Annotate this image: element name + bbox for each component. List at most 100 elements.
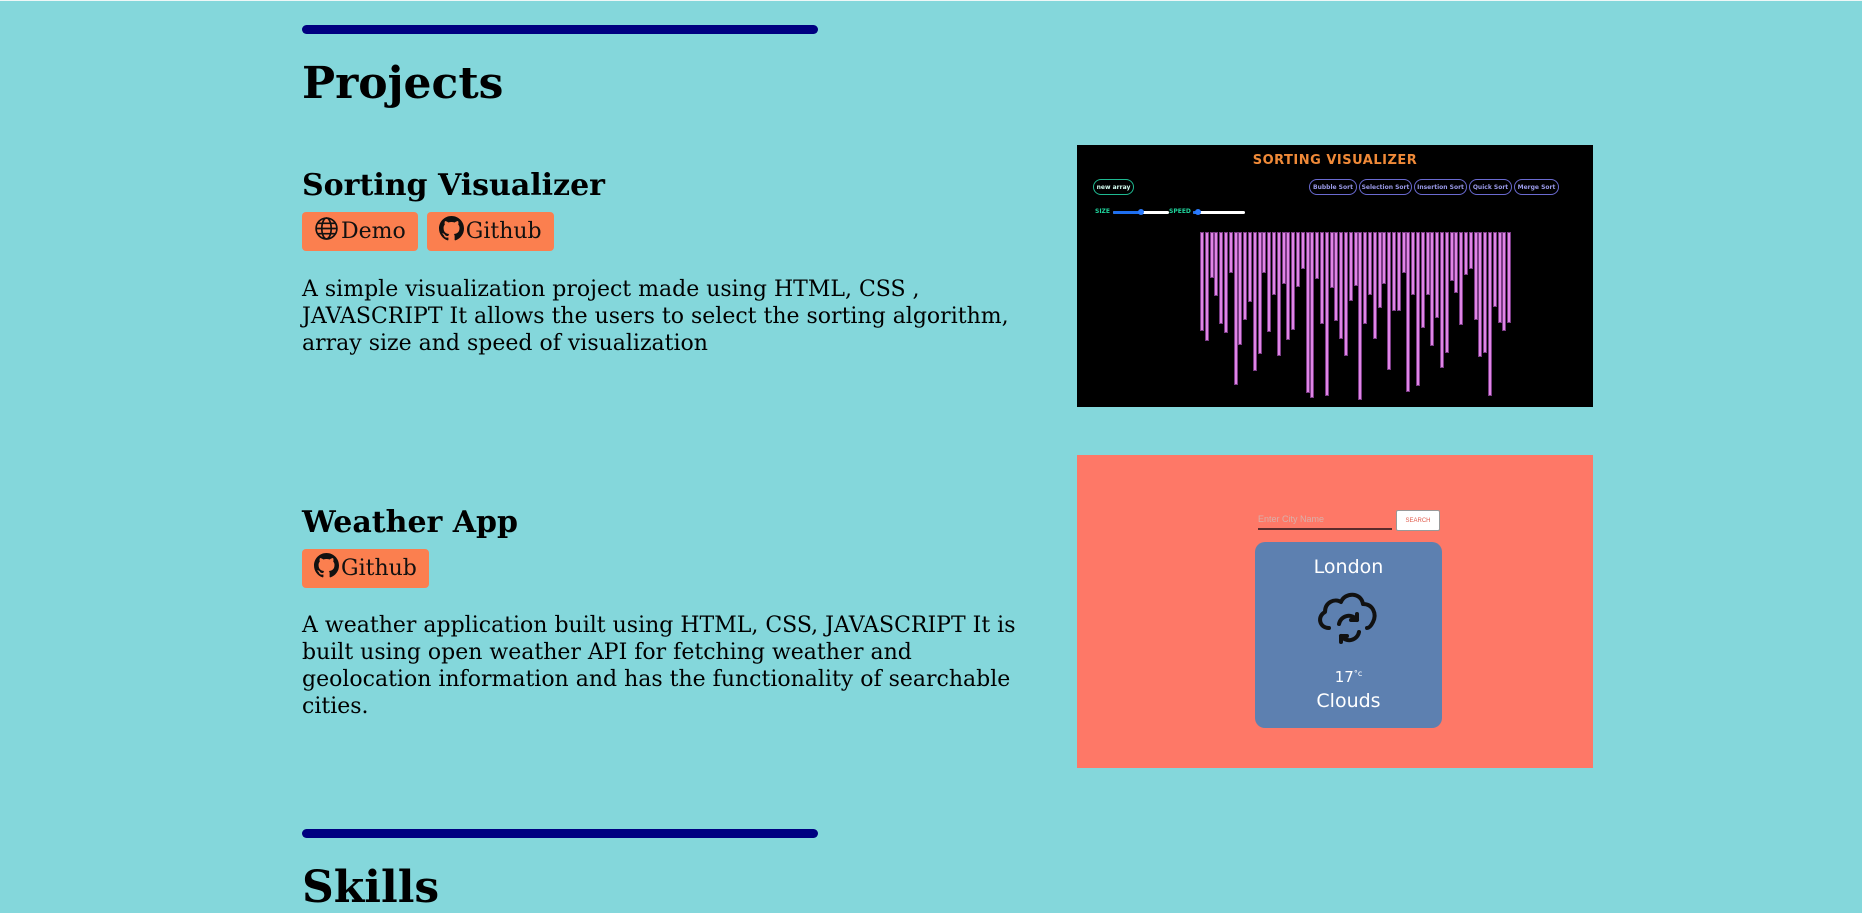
temperature-unit: °c bbox=[1353, 669, 1363, 678]
array-bar bbox=[1286, 232, 1291, 340]
array-bar bbox=[1276, 232, 1281, 356]
array-bar bbox=[1454, 232, 1459, 293]
sv-title: SORTING VISUALIZER bbox=[1252, 153, 1418, 168]
algo-pill: Selection Sort bbox=[1359, 179, 1412, 195]
github-button-label: Github bbox=[341, 556, 417, 581]
array-bar bbox=[1252, 232, 1257, 371]
demo-button[interactable]: Demo bbox=[302, 212, 418, 251]
github-button[interactable]: Github bbox=[302, 549, 429, 588]
city-input: Enter City Name bbox=[1258, 512, 1392, 530]
array-bar bbox=[1224, 232, 1228, 333]
array-bar bbox=[1339, 232, 1344, 339]
array-bar bbox=[1243, 232, 1248, 320]
project-buttons: Github bbox=[302, 549, 1062, 588]
array-bar bbox=[1329, 232, 1334, 288]
github-button-label: Github bbox=[465, 219, 542, 244]
algo-pill: Insertion Sort bbox=[1414, 179, 1467, 195]
array-bar bbox=[1387, 232, 1392, 370]
algo-pill: Quick Sort bbox=[1469, 179, 1512, 195]
section-divider bbox=[302, 829, 818, 838]
project-sorting-visualizer: Sorting Visualizer Demo Github A simple … bbox=[302, 171, 1062, 357]
array-bar bbox=[1377, 232, 1382, 308]
array-bar bbox=[1219, 232, 1224, 324]
array-bar bbox=[1444, 232, 1449, 353]
top-edge bbox=[0, 0, 1862, 1]
project-title: Sorting Visualizer bbox=[302, 168, 605, 203]
array-bar bbox=[1507, 232, 1512, 323]
array-bar bbox=[1200, 232, 1204, 331]
projects-title: Projects bbox=[302, 58, 504, 109]
section-divider bbox=[302, 25, 818, 34]
array-bar bbox=[1272, 232, 1276, 295]
demo-button-label: Demo bbox=[341, 219, 406, 244]
array-bar bbox=[1291, 232, 1296, 330]
array-bar bbox=[1310, 232, 1315, 398]
array-bar bbox=[1228, 232, 1233, 273]
new-array-pill: new array bbox=[1093, 179, 1134, 195]
array-bar bbox=[1478, 232, 1483, 357]
array-bar bbox=[1392, 232, 1396, 311]
array-bar bbox=[1281, 232, 1286, 284]
array-bar bbox=[1315, 232, 1320, 279]
array-bar bbox=[1492, 232, 1497, 307]
sorting-visualizer-screenshot: SORTING VISUALIZER new array Bubble Sort… bbox=[1077, 145, 1593, 407]
array-bar bbox=[1411, 232, 1416, 295]
array-bar bbox=[1296, 232, 1300, 287]
array-bar bbox=[1324, 232, 1329, 396]
size-slider-fill bbox=[1113, 211, 1141, 214]
array-bar bbox=[1416, 232, 1420, 386]
array-bar bbox=[1300, 232, 1305, 269]
array-bar bbox=[1473, 232, 1478, 320]
array-bar bbox=[1502, 232, 1507, 331]
array-bar bbox=[1497, 232, 1502, 323]
array-bar bbox=[1209, 232, 1214, 278]
array-bar bbox=[1435, 232, 1440, 318]
temperature-value: 17 bbox=[1334, 668, 1354, 686]
array-bar bbox=[1449, 232, 1454, 281]
project-title: Weather App bbox=[302, 505, 519, 540]
array-bar bbox=[1459, 232, 1464, 325]
weather-app-screenshot: Enter City Name SEARCH London 17°c Cloud… bbox=[1077, 455, 1593, 768]
array-bar bbox=[1368, 232, 1372, 295]
speed-slider-knob bbox=[1195, 209, 1202, 215]
algo-pill: Merge Sort bbox=[1514, 179, 1559, 195]
array-bar bbox=[1305, 232, 1310, 393]
algo-pill: Bubble Sort bbox=[1309, 179, 1357, 195]
array-bar bbox=[1382, 232, 1387, 284]
weather-card: London 17°c Clouds bbox=[1255, 542, 1442, 728]
array-bar bbox=[1420, 232, 1425, 328]
array-bar bbox=[1425, 232, 1430, 295]
temperature: 17°c bbox=[1255, 668, 1442, 686]
array-bar bbox=[1358, 232, 1363, 400]
array-bar bbox=[1334, 232, 1339, 321]
array-bar bbox=[1396, 232, 1401, 311]
project-weather-app: Weather App Github A weather application… bbox=[302, 508, 1062, 720]
speed-label: SPEED bbox=[1169, 208, 1191, 215]
cloud-refresh-icon bbox=[1313, 582, 1385, 654]
array-bar bbox=[1468, 232, 1473, 269]
array-bar bbox=[1464, 232, 1468, 275]
array-bar bbox=[1406, 232, 1411, 392]
github-button[interactable]: Github bbox=[426, 212, 554, 251]
array-bar bbox=[1372, 232, 1377, 339]
array-bar bbox=[1214, 232, 1219, 296]
array-bar bbox=[1353, 232, 1358, 286]
array-bar bbox=[1248, 232, 1252, 302]
array-bar bbox=[1267, 232, 1272, 332]
array-bar bbox=[1344, 232, 1348, 356]
globe-icon bbox=[314, 216, 339, 247]
array-bar bbox=[1262, 232, 1267, 273]
skills-title: Skills bbox=[302, 862, 440, 913]
array-bar bbox=[1483, 232, 1488, 353]
weather-condition: Clouds bbox=[1316, 690, 1381, 712]
array-bar bbox=[1488, 232, 1492, 396]
array-bar bbox=[1348, 232, 1353, 301]
array-bar bbox=[1204, 232, 1209, 341]
array-bar bbox=[1233, 232, 1238, 385]
project-buttons: Demo Github bbox=[302, 212, 1062, 251]
size-slider-knob bbox=[1138, 209, 1144, 215]
array-bar bbox=[1238, 232, 1243, 345]
github-icon bbox=[438, 216, 464, 247]
project-description: A simple visualization project made usin… bbox=[302, 277, 1009, 356]
array-bar bbox=[1363, 232, 1368, 324]
